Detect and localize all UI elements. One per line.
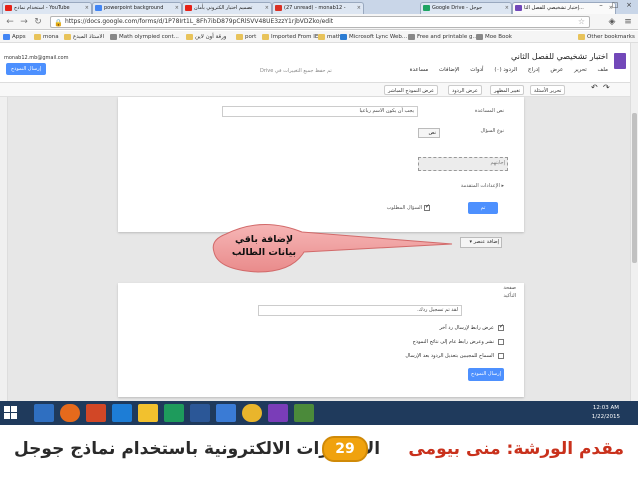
confirmation-card: صفحة التأكيد لقد تم تسجيل ردك. عرض رابط …	[118, 283, 524, 397]
confirmation-message-input[interactable]: لقد تم تسجيل ردك.	[258, 305, 462, 316]
system-clock[interactable]: 12:03 AM 1/22/2015	[592, 404, 620, 422]
ie-icon[interactable]	[34, 404, 54, 422]
callout-line-2: بيانات الطالب	[231, 247, 297, 258]
callout-line-1: لإضافة باقي	[234, 234, 294, 245]
windows-taskbar: 12:03 AM 1/22/2015	[0, 401, 638, 425]
onenote-icon[interactable]	[268, 404, 288, 422]
option-label-0: عرض رابط لإرسال رد آخر	[439, 325, 494, 331]
store-icon[interactable]	[164, 404, 184, 422]
explorer-icon[interactable]	[138, 404, 158, 422]
option-label-1: نشر وعرض رابط عام إلى نتائج النموذج	[412, 339, 494, 345]
send-form-bottom-button[interactable]: إرسال النموذج	[468, 368, 504, 381]
option-label-2: السماح للمجيبين بتعديل الردود بعد الإرسا…	[405, 353, 494, 359]
option-checkbox-0[interactable]	[498, 323, 504, 331]
confirmation-subheading: التأكيد	[503, 293, 516, 299]
powerpoint-icon[interactable]	[86, 404, 106, 422]
firefox-icon[interactable]	[60, 404, 80, 422]
slide-footer: الاختبارات الالكترونية باستخدام نماذج جو…	[0, 425, 638, 479]
chrome-icon[interactable]	[242, 404, 262, 422]
confirmation-heading: صفحة	[503, 285, 516, 291]
word-icon[interactable]	[190, 404, 210, 422]
clock-date: 1/22/2015	[591, 414, 620, 420]
footer-presenter: مقدم الورشة: منى بيومى	[408, 439, 624, 459]
page-number-badge: 29	[322, 436, 368, 462]
clock-time: 12:03 AM	[592, 405, 619, 411]
snipping-icon[interactable]	[294, 404, 314, 422]
callout-text: لإضافة باقي بيانات الطالب	[216, 233, 312, 259]
windows-start-icon[interactable]	[4, 406, 18, 420]
option-checkbox-1[interactable]	[498, 339, 504, 345]
option-checkbox-2[interactable]	[498, 353, 504, 359]
dropbox-icon[interactable]	[112, 404, 132, 422]
camera-icon[interactable]	[216, 404, 236, 422]
